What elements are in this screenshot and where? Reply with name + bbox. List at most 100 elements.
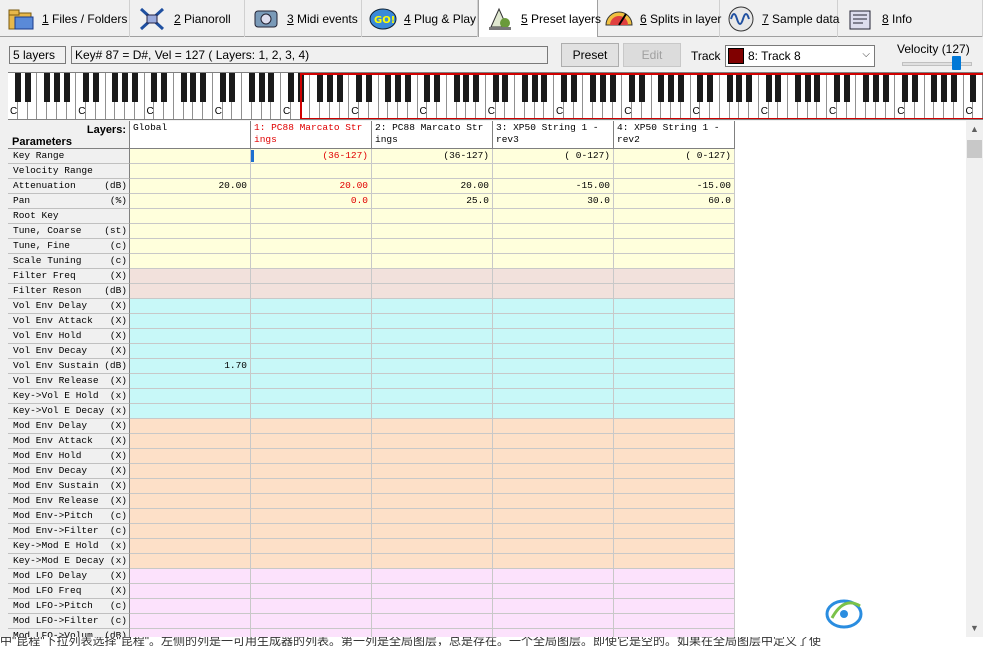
parameter-value-cell[interactable] — [372, 509, 493, 524]
parameter-value-cell[interactable] — [614, 554, 735, 569]
black-key[interactable] — [365, 73, 372, 102]
parameter-value-cell[interactable] — [614, 419, 735, 434]
black-key[interactable] — [970, 73, 977, 102]
parameter-value-cell[interactable] — [251, 164, 372, 179]
black-key[interactable] — [453, 73, 460, 102]
black-key[interactable] — [112, 73, 119, 102]
parameter-value-cell[interactable] — [130, 419, 251, 434]
black-key[interactable] — [326, 73, 333, 102]
parameter-value-cell[interactable] — [493, 359, 614, 374]
parameter-value-cell[interactable] — [614, 479, 735, 494]
black-key[interactable] — [941, 73, 947, 102]
parameter-value-cell[interactable] — [614, 569, 735, 584]
parameter-value-cell[interactable] — [372, 404, 493, 419]
black-key[interactable] — [83, 73, 89, 102]
parameter-value-cell[interactable] — [130, 479, 251, 494]
parameter-value-cell[interactable] — [372, 374, 493, 389]
parameter-value-cell[interactable] — [372, 224, 493, 239]
parameter-value-cell[interactable]: 20.00 — [251, 179, 372, 194]
parameter-value-cell[interactable] — [493, 239, 614, 254]
black-key[interactable] — [804, 73, 811, 102]
parameter-value-cell[interactable] — [251, 389, 372, 404]
black-key[interactable] — [434, 73, 440, 102]
parameter-value-cell[interactable] — [130, 329, 251, 344]
parameter-value-cell[interactable] — [251, 239, 372, 254]
parameter-value-cell[interactable] — [493, 209, 614, 224]
parameter-value-cell[interactable] — [614, 524, 735, 539]
parameter-value-cell[interactable] — [130, 584, 251, 599]
parameter-value-cell[interactable] — [251, 569, 372, 584]
parameter-value-cell[interactable] — [130, 404, 251, 419]
parameter-value-cell[interactable] — [493, 434, 614, 449]
parameter-value-cell[interactable] — [372, 299, 493, 314]
black-key[interactable] — [287, 73, 294, 102]
black-key[interactable] — [775, 73, 782, 102]
parameter-value-cell[interactable] — [614, 359, 735, 374]
parameter-value-cell[interactable] — [251, 584, 372, 599]
layer-column-header[interactable]: 4: XP50 String 1 - rev2 — [614, 121, 735, 149]
parameter-value-cell[interactable] — [251, 629, 372, 637]
black-key[interactable] — [258, 73, 265, 102]
parameter-value-cell[interactable] — [493, 509, 614, 524]
parameter-value-cell[interactable] — [614, 344, 735, 359]
parameter-value-cell[interactable] — [251, 224, 372, 239]
parameter-value-cell[interactable] — [614, 389, 735, 404]
parameter-value-cell[interactable] — [130, 284, 251, 299]
parameter-value-cell[interactable] — [614, 269, 735, 284]
parameter-value-cell[interactable] — [251, 419, 372, 434]
parameter-value-cell[interactable] — [130, 299, 251, 314]
tab-plug-play[interactable]: GO! 4 Plug & Play — [362, 0, 478, 37]
parameter-value-cell[interactable] — [372, 479, 493, 494]
parameter-value-cell[interactable] — [372, 614, 493, 629]
black-key[interactable] — [502, 73, 509, 102]
parameter-value-cell[interactable] — [493, 284, 614, 299]
parameter-value-cell[interactable] — [130, 344, 251, 359]
parameter-value-cell[interactable] — [251, 479, 372, 494]
tab-pianoroll[interactable]: 2 Pianoroll — [130, 0, 245, 37]
parameter-value-cell[interactable] — [372, 314, 493, 329]
parameter-value-cell[interactable] — [251, 299, 372, 314]
velocity-slider-track[interactable] — [902, 62, 972, 66]
edit-button[interactable]: Edit — [623, 43, 681, 67]
parameter-value-cell[interactable] — [251, 284, 372, 299]
parameter-value-cell[interactable] — [372, 239, 493, 254]
parameter-value-cell[interactable] — [130, 494, 251, 509]
parameter-value-cell[interactable] — [493, 404, 614, 419]
parameter-value-cell[interactable] — [130, 164, 251, 179]
parameter-value-cell[interactable] — [493, 614, 614, 629]
parameter-value-cell[interactable] — [493, 629, 614, 637]
parameter-value-cell[interactable]: -15.00 — [493, 179, 614, 194]
black-key[interactable] — [53, 73, 60, 102]
parameter-value-cell[interactable] — [372, 524, 493, 539]
parameter-value-cell[interactable] — [493, 524, 614, 539]
layer-column-header[interactable]: 1: PC88 Marcato Str ings — [251, 121, 372, 149]
black-key[interactable] — [131, 73, 138, 102]
parameter-value-cell[interactable] — [614, 449, 735, 464]
parameter-value-cell[interactable] — [493, 584, 614, 599]
black-key[interactable] — [668, 73, 674, 102]
piano-keyboard[interactable]: CCCCCCCCCCCCCCC — [8, 72, 983, 120]
parameter-value-cell[interactable] — [493, 464, 614, 479]
parameter-value-cell[interactable] — [493, 539, 614, 554]
parameter-value-cell[interactable]: 30.0 — [493, 194, 614, 209]
parameter-value-cell[interactable] — [130, 254, 251, 269]
parameter-value-cell[interactable] — [493, 479, 614, 494]
parameter-value-cell[interactable] — [614, 254, 735, 269]
parameter-value-cell[interactable] — [130, 524, 251, 539]
parameter-value-cell[interactable] — [493, 374, 614, 389]
parameter-value-cell[interactable]: 60.0 — [614, 194, 735, 209]
tab-files-folders[interactable]: 1 Files / Folders — [0, 0, 130, 37]
black-key[interactable] — [356, 73, 362, 102]
parameter-value-cell[interactable] — [130, 599, 251, 614]
black-key[interactable] — [902, 73, 908, 102]
black-key[interactable] — [248, 73, 255, 102]
black-key[interactable] — [931, 73, 938, 102]
black-key[interactable] — [697, 73, 704, 102]
black-key[interactable] — [882, 73, 889, 102]
parameter-value-cell[interactable] — [614, 629, 735, 637]
black-key[interactable] — [746, 73, 752, 102]
parameter-value-cell[interactable] — [614, 494, 735, 509]
black-key[interactable] — [599, 73, 606, 102]
parameter-value-cell[interactable] — [130, 194, 251, 209]
vertical-scrollbar[interactable]: ▲ ▼ — [966, 121, 983, 637]
